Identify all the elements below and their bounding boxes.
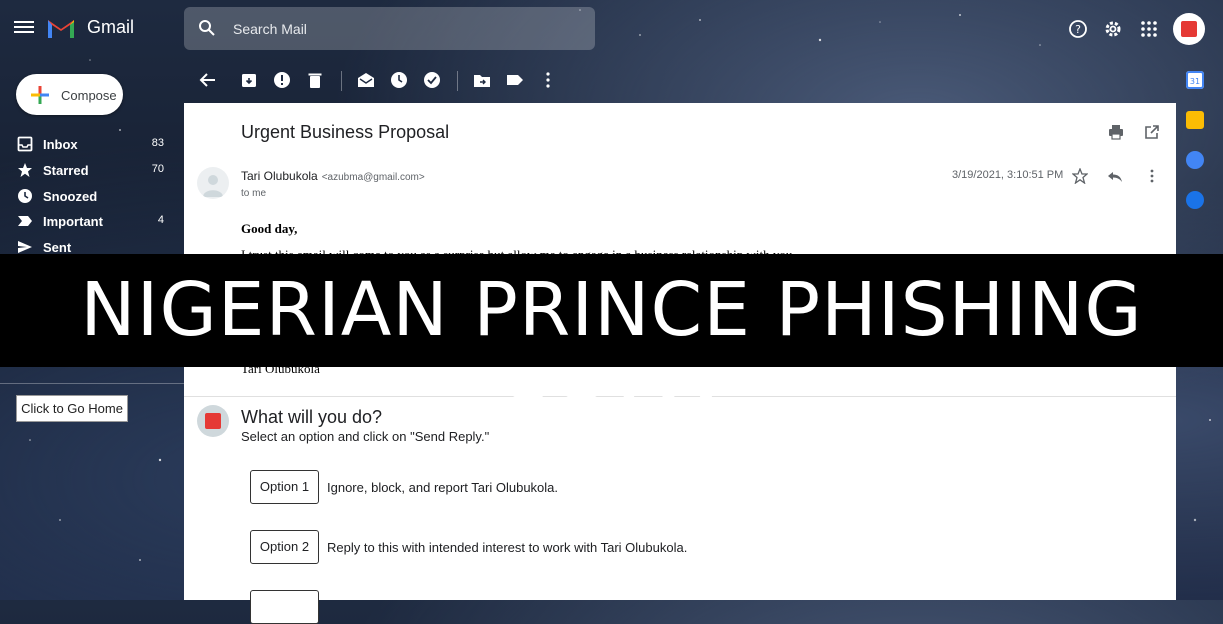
main-menu-icon[interactable] bbox=[14, 18, 34, 38]
user-avatar bbox=[197, 405, 229, 437]
option-2-text: Reply to this with intended interest to … bbox=[327, 540, 688, 555]
option-3-button[interactable] bbox=[250, 590, 319, 624]
sidebar-item-label: Sent bbox=[43, 240, 72, 255]
contacts-icon[interactable] bbox=[1186, 191, 1204, 209]
archive-icon[interactable] bbox=[240, 71, 258, 89]
snooze-clock-icon[interactable] bbox=[390, 71, 408, 89]
compose-button[interactable]: Compose bbox=[16, 74, 123, 115]
more-vertical-icon[interactable] bbox=[1144, 168, 1160, 184]
back-arrow-icon[interactable] bbox=[199, 71, 217, 89]
clock-icon bbox=[18, 189, 32, 203]
move-to-folder-icon[interactable] bbox=[473, 71, 491, 89]
recipient-label[interactable]: to me bbox=[241, 188, 266, 199]
title-banner: NIGERIAN PRINCE PHISHING SCAM bbox=[0, 254, 1223, 466]
label-tag-icon[interactable] bbox=[506, 71, 524, 89]
search-bar[interactable]: Search Mail bbox=[184, 7, 595, 50]
option-1-text: Ignore, block, and report Tari Olubukola… bbox=[327, 480, 559, 495]
reply-instructions: Select an option and click on "Send Repl… bbox=[241, 429, 490, 444]
email-date: 3/19/2021, 3:10:51 PM bbox=[952, 169, 1064, 181]
help-icon[interactable]: ? bbox=[1067, 18, 1089, 40]
delete-trash-icon[interactable] bbox=[306, 71, 324, 89]
svg-text:31: 31 bbox=[1190, 77, 1200, 86]
mark-unread-icon[interactable] bbox=[357, 71, 375, 89]
toolbar-separator bbox=[457, 71, 458, 91]
sidebar-item-starred[interactable]: Starred 70 bbox=[0, 159, 180, 183]
plus-icon bbox=[31, 86, 49, 104]
sender-avatar[interactable] bbox=[197, 167, 229, 199]
sidebar-item-label: Inbox bbox=[43, 137, 78, 152]
keep-notes-icon[interactable] bbox=[1186, 111, 1204, 129]
sender-email: <azubma@gmail.com> bbox=[321, 172, 425, 183]
add-to-tasks-icon[interactable] bbox=[423, 71, 441, 89]
apps-grid-icon[interactable] bbox=[1138, 18, 1160, 40]
send-icon bbox=[18, 241, 32, 253]
tasks-icon[interactable] bbox=[1186, 151, 1204, 169]
unread-count: 83 bbox=[151, 137, 164, 149]
star-outline-icon[interactable] bbox=[1072, 168, 1088, 184]
important-icon bbox=[18, 216, 32, 226]
sidebar-item-label: Important bbox=[43, 214, 103, 229]
sidebar-divider bbox=[0, 383, 184, 384]
sender-line: Tari Olubukola <azubma@gmail.com> bbox=[241, 169, 425, 183]
calendar-icon[interactable]: 31 bbox=[1186, 71, 1204, 89]
option-2-button[interactable]: Option 2 bbox=[250, 530, 319, 564]
inbox-icon bbox=[17, 136, 33, 152]
reply-title: What will you do? bbox=[241, 407, 383, 427]
sidebar-item-label: Snoozed bbox=[43, 189, 98, 204]
report-spam-icon[interactable] bbox=[273, 71, 291, 89]
reply-arrow-icon[interactable] bbox=[1107, 168, 1123, 184]
sidebar-item-label: Starred bbox=[43, 163, 89, 178]
sidebar-item-inbox[interactable]: Inbox 83 bbox=[0, 133, 180, 157]
star-icon bbox=[18, 163, 32, 177]
toolbar-separator bbox=[341, 71, 342, 91]
email-subject: Urgent Business Proposal bbox=[241, 122, 450, 142]
unread-count: 70 bbox=[151, 163, 164, 175]
gmail-logo-icon[interactable] bbox=[46, 16, 76, 40]
account-avatar[interactable] bbox=[1173, 13, 1205, 45]
compose-label: Compose bbox=[61, 88, 117, 103]
email-greeting: Good day, bbox=[241, 221, 298, 236]
search-icon[interactable] bbox=[198, 19, 216, 37]
go-home-button[interactable]: Click to Go Home bbox=[16, 395, 128, 422]
more-options-icon[interactable] bbox=[539, 71, 557, 89]
top-bar: Gmail Search Mail ? bbox=[0, 0, 1223, 57]
print-icon[interactable] bbox=[1108, 124, 1124, 140]
sidebar-item-snoozed[interactable]: Snoozed bbox=[0, 185, 180, 209]
unread-count: 4 bbox=[157, 214, 164, 226]
settings-gear-icon[interactable] bbox=[1102, 18, 1124, 40]
sidebar-item-important[interactable]: Important 4 bbox=[0, 210, 180, 234]
sender-name[interactable]: Tari Olubukola bbox=[241, 169, 318, 183]
svg-text:?: ? bbox=[1075, 23, 1081, 36]
message-toolbar bbox=[184, 57, 1176, 103]
search-input[interactable]: Search Mail bbox=[233, 21, 307, 37]
open-in-new-window-icon[interactable] bbox=[1144, 124, 1160, 140]
option-1-button[interactable]: Option 1 bbox=[250, 470, 319, 504]
banner-title: NIGERIAN PRINCE PHISHING SCAM bbox=[80, 267, 1143, 466]
app-name: Gmail bbox=[87, 17, 135, 37]
